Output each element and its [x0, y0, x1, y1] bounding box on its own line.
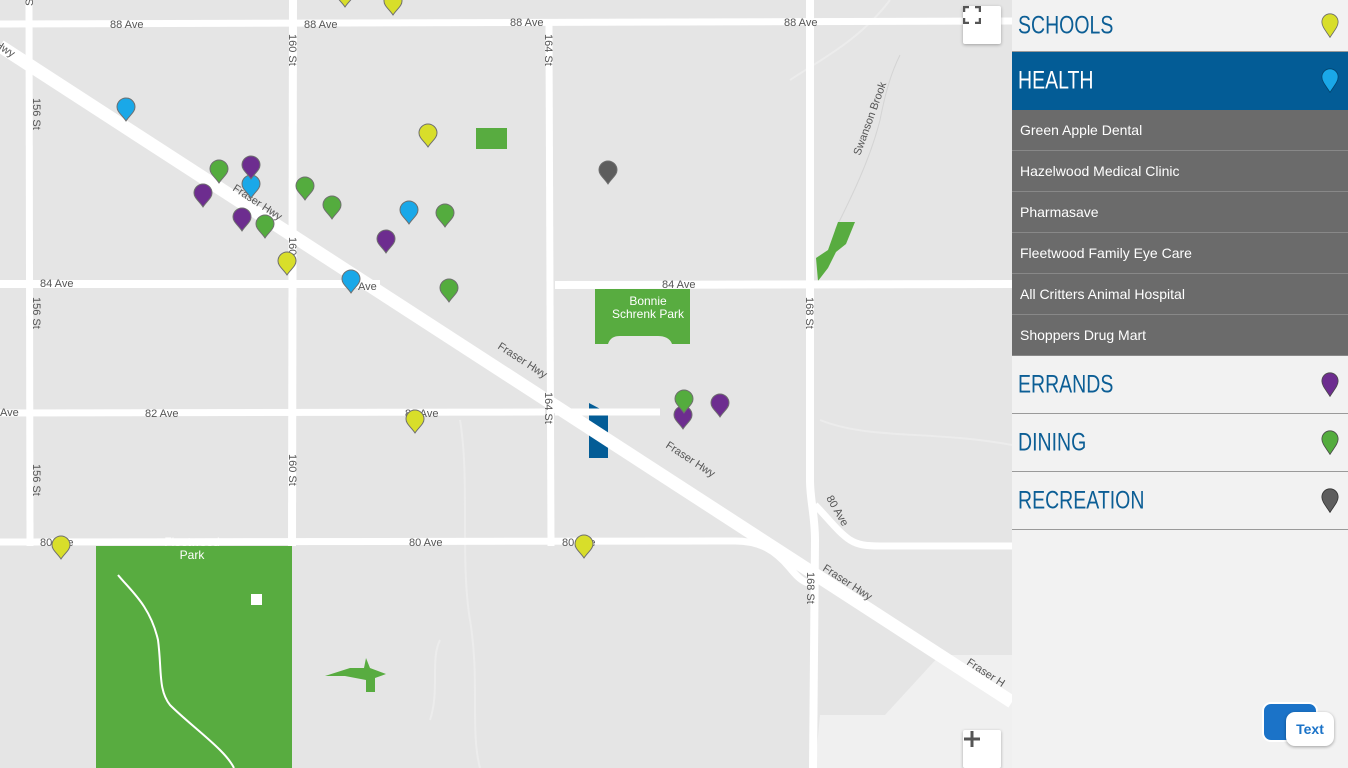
recreation-marker[interactable]: [598, 160, 618, 185]
category-dining[interactable]: DINING: [1012, 414, 1348, 472]
road-label-168-st: 168 St: [804, 572, 816, 604]
zoom-in-button[interactable]: [963, 730, 1001, 768]
chat-bubble-front: Text: [1286, 712, 1334, 746]
schools-marker[interactable]: [574, 534, 594, 559]
errands-marker[interactable]: [710, 393, 730, 418]
road-label-164-st: 164 St: [542, 392, 554, 424]
road-label-88-ave: 88 Ave: [304, 19, 337, 31]
fullscreen-button[interactable]: [963, 6, 1001, 44]
list-item-label: Pharmasave: [1020, 204, 1099, 220]
list-item-label: All Critters Animal Hospital: [1020, 286, 1185, 302]
road-label-156-st: 156 St: [30, 464, 42, 496]
list-item-label: Green Apple Dental: [1020, 122, 1143, 138]
road-label-156-st: 156 St: [30, 98, 42, 130]
road-label-88-ave: 88 Ave: [510, 17, 543, 29]
list-item-label: Shoppers Drug Mart: [1020, 327, 1147, 343]
road-label-88-ave: 88 Ave: [110, 19, 143, 31]
terrain-line: [459, 419, 481, 768]
schools-marker[interactable]: [336, 0, 354, 8]
terrain-line: [819, 419, 1012, 446]
category-label: SCHOOLS: [1018, 11, 1114, 39]
park-strip: [816, 222, 855, 281]
map-markers: [51, 0, 730, 560]
category-errands[interactable]: ERRANDS: [1012, 356, 1348, 414]
fullscreen-icon: [963, 6, 981, 24]
map-pin-icon: [1321, 429, 1339, 455]
creek-label-swanson-brook: Swanson Brook: [852, 80, 890, 157]
road-label-164-st: 164 St: [542, 34, 554, 66]
errands-marker[interactable]: [241, 155, 261, 180]
plus-icon: [964, 731, 980, 747]
errands-marker[interactable]: [376, 229, 396, 254]
list-item-label: Hazelwood Medical Clinic: [1020, 163, 1180, 179]
dining-marker[interactable]: [435, 203, 455, 228]
road-label-80-ave: 80 Ave: [409, 537, 442, 549]
road-label-156-st: 156 St: [30, 297, 42, 329]
schools-marker[interactable]: [418, 123, 438, 148]
park-shape: [325, 658, 386, 692]
road-label-88-ave: 88 Ave: [784, 17, 817, 29]
category-label: DINING: [1018, 428, 1087, 456]
map-canvas[interactable]: 88 Ave 88 Ave 88 Ave 88 Ave 84 Ave Ave 8…: [0, 0, 1012, 768]
road-label-160-st: 160 St: [286, 454, 298, 486]
map-pin-icon: [1321, 12, 1339, 38]
map-svg: 88 Ave 88 Ave 88 Ave 88 Ave 84 Ave Ave 8…: [0, 0, 1012, 768]
category-sidebar: SCHOOLS HEALTH Green Apple Dental Hazelw…: [1012, 0, 1348, 768]
road-label-156-st: St: [24, 0, 36, 6]
health-item-all-critters-animal-hospital[interactable]: All Critters Animal Hospital: [1012, 274, 1348, 315]
park-label-bonnie: Schrenk Park: [612, 307, 685, 321]
dining-marker[interactable]: [295, 176, 315, 201]
road-label-84-ave: 84 Ave: [662, 279, 695, 291]
road-label-160-st: 160 St: [286, 34, 298, 66]
category-recreation[interactable]: RECREATION: [1012, 472, 1348, 530]
category-label: ERRANDS: [1018, 370, 1114, 398]
park-label-fleetwood: Park: [180, 548, 206, 562]
chat-label: Text: [1296, 721, 1324, 737]
dining-marker[interactable]: [439, 278, 459, 303]
park-small: [476, 128, 507, 149]
map-pin-icon: [1321, 487, 1339, 513]
road-label-82-ave: 82 Ave: [145, 408, 178, 420]
park-label-bonnie: Bonnie: [629, 294, 667, 308]
schools-marker[interactable]: [383, 0, 403, 16]
schools-marker[interactable]: [405, 409, 425, 434]
park-label-fleetwood: Fleetwood: [164, 535, 219, 549]
dining-marker[interactable]: [255, 214, 275, 239]
road-label-168-st: 168 St: [803, 297, 815, 329]
health-item-pharmasave[interactable]: Pharmasave: [1012, 192, 1348, 233]
list-item-label: Fleetwood Family Eye Care: [1020, 245, 1192, 261]
category-schools[interactable]: SCHOOLS: [1012, 0, 1348, 52]
health-item-fleetwood-family-eye-care[interactable]: Fleetwood Family Eye Care: [1012, 233, 1348, 274]
category-label: HEALTH: [1018, 66, 1094, 95]
terrain-line: [429, 639, 441, 721]
road-label-84-ave: 84 Ave: [40, 278, 73, 290]
health-marker[interactable]: [399, 200, 419, 225]
errands-marker[interactable]: [232, 207, 252, 232]
schools-marker[interactable]: [51, 535, 71, 560]
health-item-hazelwood-medical-clinic[interactable]: Hazelwood Medical Clinic: [1012, 151, 1348, 192]
health-item-green-apple-dental[interactable]: Green Apple Dental: [1012, 110, 1348, 151]
road-label-82-ave: Ave: [0, 407, 19, 419]
road-label-84-ave: Ave: [358, 281, 377, 293]
errands-marker[interactable]: [193, 183, 213, 208]
terrain-line: [789, 0, 891, 81]
fleetwood-park: [96, 546, 292, 768]
map-pin-icon: [1321, 371, 1339, 397]
park-feature: [251, 594, 262, 605]
dining-marker[interactable]: [322, 195, 342, 220]
category-health[interactable]: HEALTH: [1012, 52, 1348, 110]
map-pin-icon: [1321, 68, 1339, 94]
health-item-shoppers-drug-mart[interactable]: Shoppers Drug Mart: [1012, 315, 1348, 356]
text-chat-button[interactable]: Text: [1262, 700, 1334, 756]
category-label: RECREATION: [1018, 486, 1145, 514]
